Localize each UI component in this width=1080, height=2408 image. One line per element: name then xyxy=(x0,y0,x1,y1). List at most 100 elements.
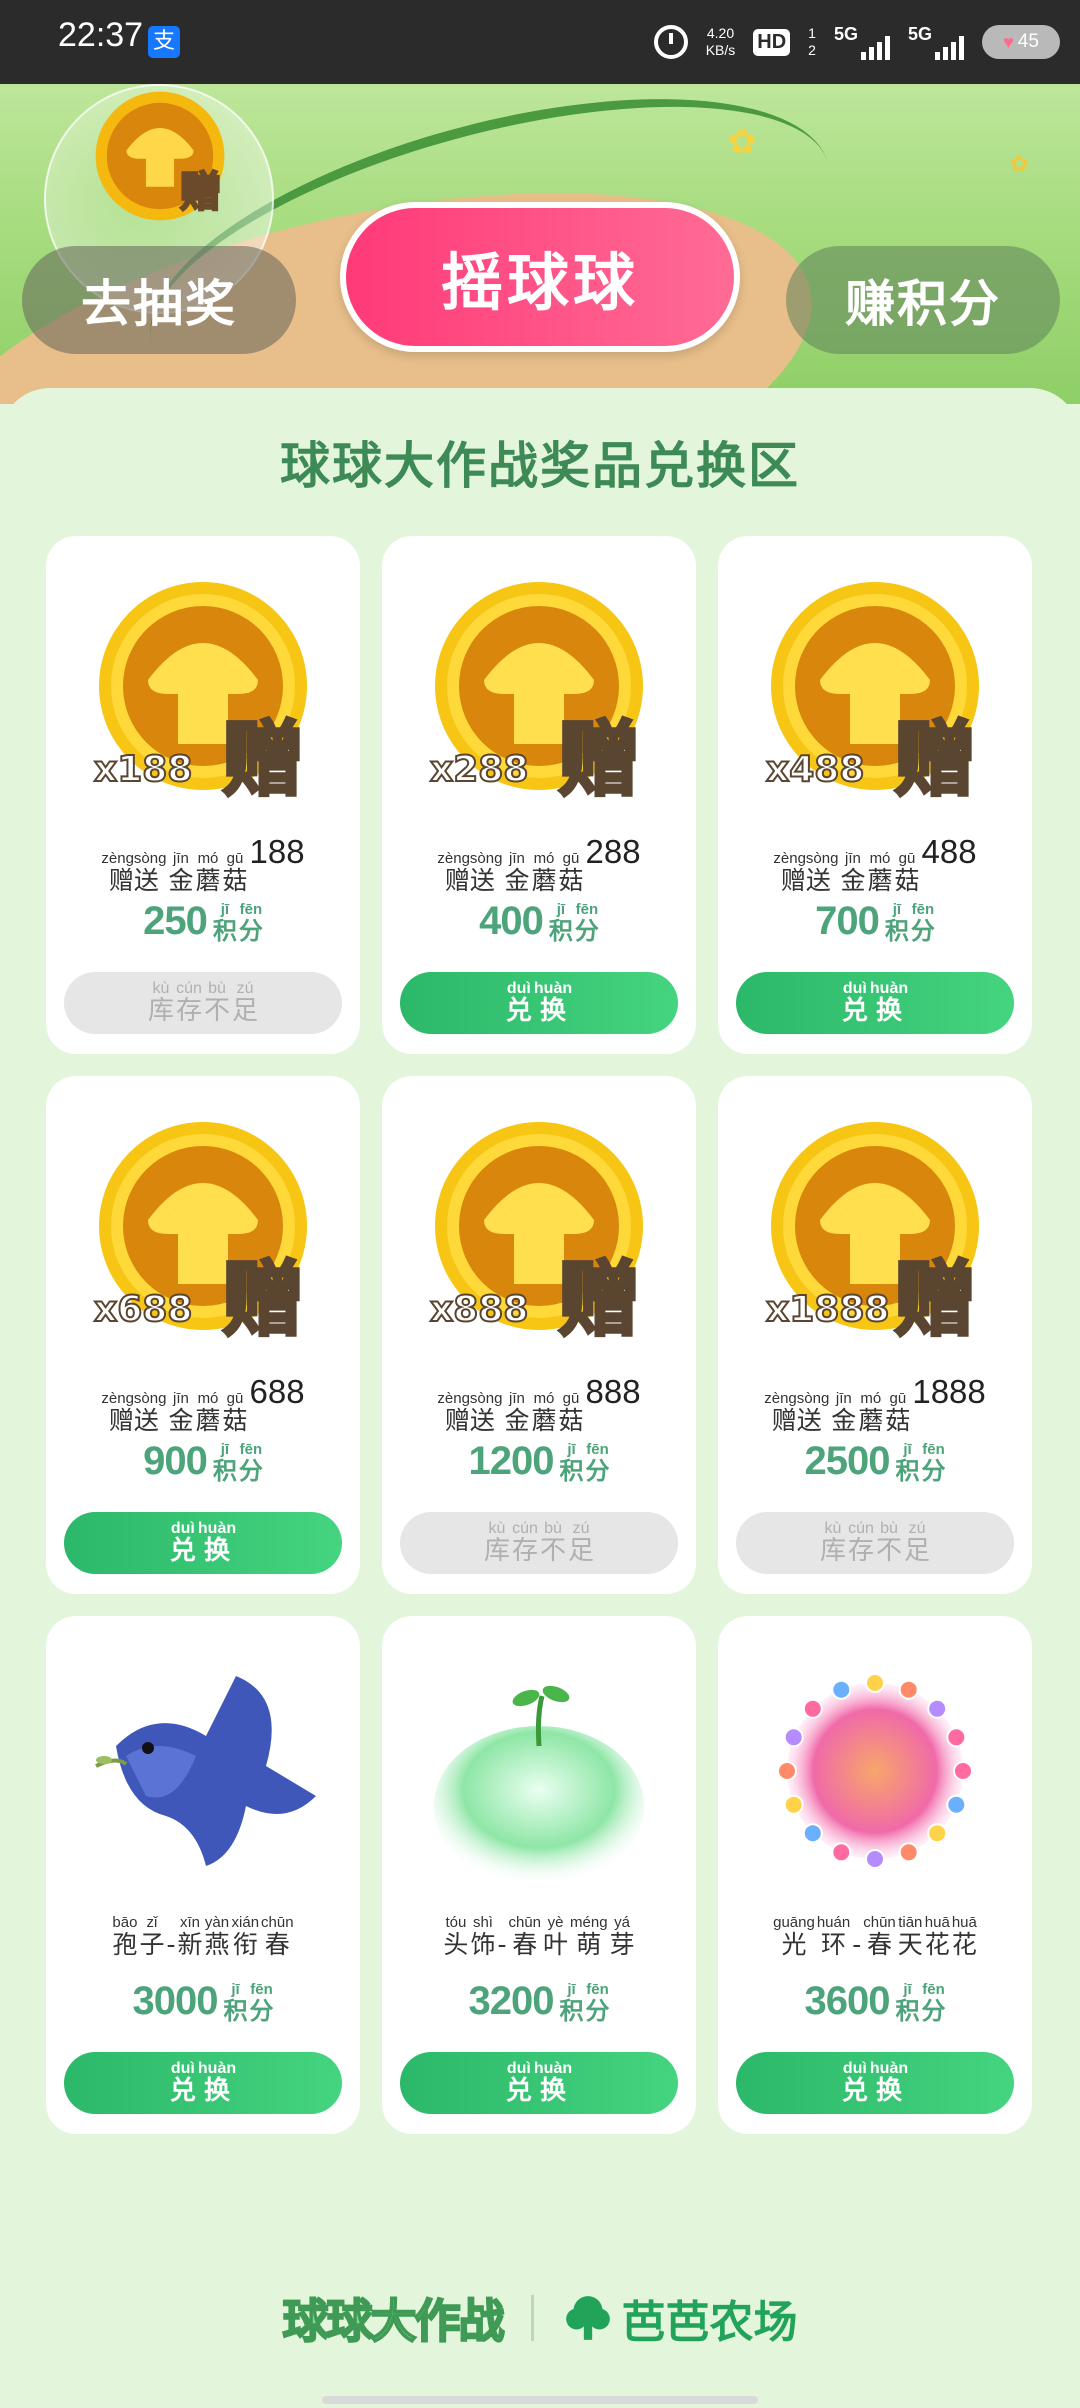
ruby-char: fēn 分 xyxy=(911,901,935,944)
ruby-char: huàn 换 xyxy=(533,2060,573,2106)
prize-name: zèngsòng 赠送 jīn 金 mó 蘑 gū 菇 488 xyxy=(718,832,1032,895)
prize-card[interactable]: x288 赠 zèngsòng 赠送 jīn 金 mó 蘑 gū 菇 288 400 jī 积 fēn 分 du… xyxy=(382,536,696,1054)
hanzi: 蘑 xyxy=(195,1406,221,1435)
pinyin: zèngsòng xyxy=(437,1390,503,1407)
network-speed-value: 4.20 xyxy=(706,25,735,41)
exchange-button[interactable]: duì 兑 huàn 换 xyxy=(64,2052,342,2114)
hanzi: 不 xyxy=(204,996,231,1026)
ruby-char: jī 积 xyxy=(213,1441,237,1484)
prize-name: guāng 光 huán 环 - chūn 春 tiān 天 huā 花 huā 花 xyxy=(718,1912,1032,1959)
hanzi: 芽 xyxy=(609,1930,635,1959)
hanzi: 换 xyxy=(203,2076,230,2106)
prize-card[interactable]: x688 赠 zèngsòng 赠送 jīn 金 mó 蘑 gū 菇 688 900 jī 积 fēn 分 du… xyxy=(46,1076,360,1594)
pinyin: guāng xyxy=(773,1914,815,1931)
exchange-button[interactable]: duì 兑 huàn 换 xyxy=(736,2052,1014,2114)
points-value: 900 xyxy=(143,1439,208,1483)
mushroom-coin-icon: x688 赠 xyxy=(93,1122,307,1346)
ruby-char: yàn 燕 xyxy=(205,1914,230,1959)
ruby-char: méng 萌 xyxy=(570,1914,608,1959)
ruby-char: fēn 分 xyxy=(585,1441,609,1484)
pinyin: duì xyxy=(170,2060,195,2077)
flower-icon-small: ✿ xyxy=(1010,152,1029,177)
ruby-char: duì 兑 xyxy=(842,981,868,1026)
hanzi: 春 xyxy=(867,1930,893,1959)
home-indicator[interactable] xyxy=(322,2396,758,2404)
pinyin: zèngsòng xyxy=(101,850,167,867)
hanzi: 头 xyxy=(443,1930,469,1959)
shake-ball-button[interactable]: 摇球球 xyxy=(340,202,740,352)
pinyin: duì xyxy=(506,2060,531,2077)
pinyin: huàn xyxy=(533,2060,573,2077)
pinyin: xīn xyxy=(179,1914,200,1931)
ruby-char: xián 衔 xyxy=(232,1914,260,1959)
gift-badge-text: 赠 xyxy=(894,713,976,806)
mushroom-coin-icon: x288 赠 xyxy=(429,582,643,806)
hanzi: 积 xyxy=(548,917,573,945)
pinyin: cún xyxy=(176,980,202,997)
out-of-stock-button[interactable]: kù 库 cún 存 bù 不 zú 足 xyxy=(736,1512,1014,1574)
exchange-button[interactable]: duì 兑 huàn 换 xyxy=(400,972,678,1034)
ruby-char: jīn 金 xyxy=(168,1390,193,1435)
ruby-char: chūn 春 xyxy=(261,1914,294,1959)
prize-card[interactable]: x488 赠 zèngsòng 赠送 jīn 金 mó 蘑 gū 菇 488 700 jī 积 fēn 分 du… xyxy=(718,536,1032,1054)
hanzi: 花 xyxy=(951,1930,977,1959)
hanzi: 存 xyxy=(175,996,202,1026)
pinyin: fēn xyxy=(922,1981,945,1998)
hanzi: 金 xyxy=(840,866,866,895)
pinyin: cún xyxy=(512,1520,538,1537)
ruby-char: fēn 分 xyxy=(239,1441,263,1484)
ruby-char: jī 积 xyxy=(885,901,909,944)
ruby-char: huàn 换 xyxy=(198,2061,236,2106)
prize-card[interactable]: guāng 光 huán 环 - chūn 春 tiān 天 huā 花 huā 花 3600 jī 积 fēn… xyxy=(718,1616,1032,2134)
prize-card[interactable]: tóu 头 shì 饰 - chūn 春 yè 叶 méng 萌 yá 芽 3200 jī 积 fēn 分 duì 兑… xyxy=(382,1616,696,2134)
baba-farm-label: 芭芭农场 xyxy=(621,2297,798,2348)
mushroom-coin-icon: x1888 赠 xyxy=(765,1122,979,1346)
pinyin: jī xyxy=(903,1441,912,1458)
hanzi: 菇 xyxy=(558,1406,584,1435)
ruby-char: duì 兑 xyxy=(841,2061,868,2106)
out-of-stock-button[interactable]: kù 库 cún 存 bù 不 zú 足 xyxy=(400,1512,678,1574)
prize-name: zèngsòng 赠送 jīn 金 mó 蘑 gū 菇 288 xyxy=(382,832,696,895)
prize-card[interactable]: x1888 赠 zèngsòng 赠送 jīn 金 mó 蘑 gū 菇 1888 2500 jī 积 fēn… xyxy=(718,1076,1032,1594)
pinyin: huàn xyxy=(533,980,573,997)
exchange-button[interactable]: duì 兑 huàn 换 xyxy=(400,2052,678,2114)
battle-of-balls-logo: 球球大作战 xyxy=(282,2293,506,2349)
out-of-stock-button[interactable]: kù 库 cún 存 bù 不 zú 足 xyxy=(64,972,342,1034)
flower-icon: ✿ xyxy=(728,122,757,162)
ruby-char: jī 积 xyxy=(549,901,573,944)
prize-card[interactable]: x188 赠 zèngsòng 赠送 jīn 金 mó 蘑 gū 菇 188 250 jī 积 fēn 分 kù… xyxy=(46,536,360,1054)
pinyin: xián xyxy=(231,1914,260,1931)
ruby-char: duì 兑 xyxy=(170,1521,196,1566)
prize-quantity: 188 xyxy=(249,833,305,870)
alipay-icon: 支 xyxy=(148,26,180,58)
prize-card[interactable]: bāo 孢 zǐ 子 - xīn 新 yàn 燕 xián 衔 chūn 春 3000 jī 积 fēn 分 duì… xyxy=(46,1616,360,2134)
ruby-char: huā 花 xyxy=(952,1914,977,1959)
exchange-button[interactable]: duì 兑 huàn 换 xyxy=(736,972,1014,1034)
pinyin: jīn xyxy=(173,850,189,867)
lottery-button[interactable]: 去抽奖 xyxy=(22,246,296,354)
ruby-char: duì 兑 xyxy=(506,2060,532,2106)
pinyin: kù xyxy=(152,980,170,997)
prize-card[interactable]: x888 赠 zèngsòng 赠送 jīn 金 mó 蘑 gū 菇 888 1200 jī 积 fēn 分 k… xyxy=(382,1076,696,1594)
heart-icon: ♥ xyxy=(1003,31,1014,52)
alarm-icon xyxy=(653,25,688,59)
coin-quantity-label: x488 xyxy=(766,749,864,790)
ruby-char: tiān 天 xyxy=(898,1914,923,1959)
sprout-orb-icon xyxy=(434,1685,644,1886)
ruby-char: kù 库 xyxy=(484,1521,510,1566)
hanzi: 环 xyxy=(821,1930,847,1959)
flower-halo-icon xyxy=(777,1673,973,1869)
ruby-char: huàn 换 xyxy=(870,2061,908,2106)
hanzi: 春 xyxy=(264,1930,290,1959)
earn-points-button[interactable]: 赚积分 xyxy=(786,246,1060,354)
footer-logos: 球球大作战 芭芭农场 xyxy=(0,2278,1080,2358)
ruby-char: jī 积 xyxy=(223,1981,247,2024)
pinyin: chūn xyxy=(508,1914,542,1931)
hanzi: - xyxy=(497,1930,507,1959)
exchange-button[interactable]: duì 兑 huàn 换 xyxy=(64,1512,342,1574)
hanzi: 兑 xyxy=(841,2076,868,2106)
pinyin: jīn xyxy=(845,850,861,867)
prize-price: 2500 jī 积 fēn 分 xyxy=(718,1438,1032,1484)
hanzi: 蘑 xyxy=(867,866,893,895)
ruby-char: huàn 换 xyxy=(870,981,908,1026)
